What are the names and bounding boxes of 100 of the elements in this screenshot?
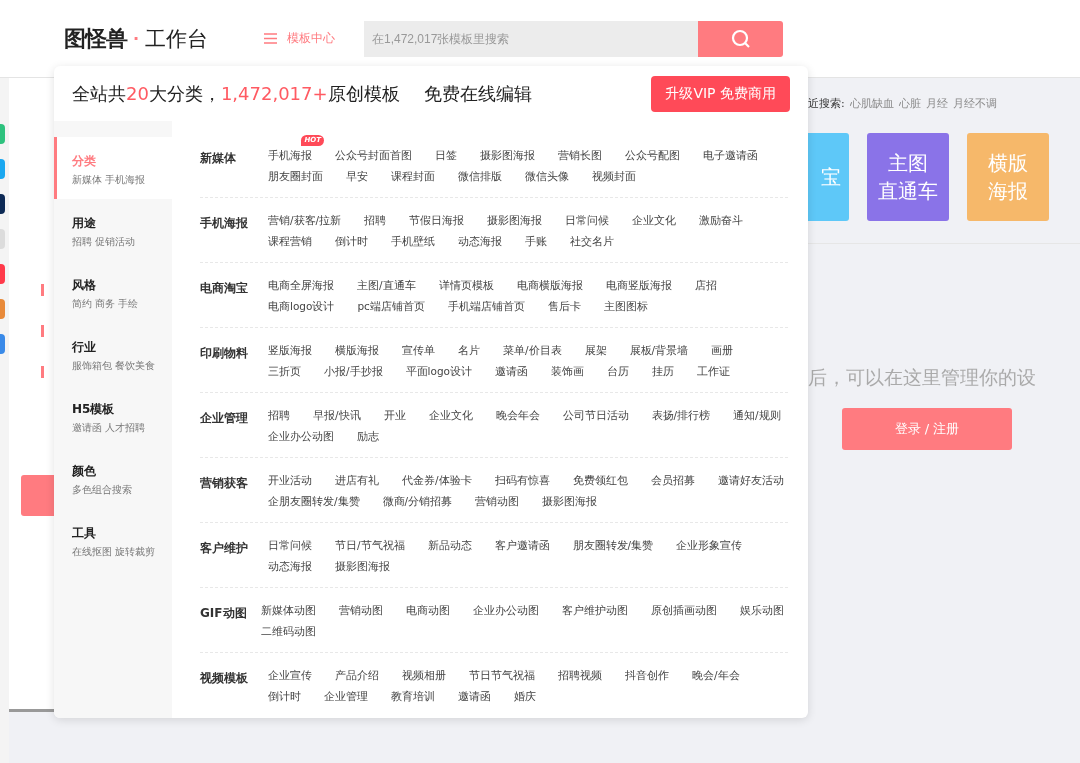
template-link[interactable]: 电子邀请函 — [703, 147, 758, 164]
template-link[interactable]: 抖音创作 — [625, 667, 669, 684]
template-link[interactable]: 课程封面 — [391, 168, 435, 185]
template-link[interactable]: 竖版海报 — [268, 342, 312, 359]
app-icon[interactable] — [0, 194, 5, 214]
category-tab[interactable]: 用途 招聘 促销活动 — [54, 199, 172, 261]
template-link[interactable]: 店招 — [694, 277, 717, 294]
category-tab[interactable]: H5模板 邀请函 人才招聘 — [54, 385, 172, 447]
template-link[interactable]: 台历 — [607, 363, 629, 380]
template-link[interactable]: 企业文化 — [632, 212, 677, 229]
template-link[interactable]: 平面logo设计 — [405, 363, 472, 380]
template-link[interactable]: 摄影图海报 — [542, 493, 598, 510]
template-link[interactable]: 动态海报 — [268, 558, 312, 575]
template-link[interactable]: 宣传单 — [402, 342, 435, 359]
template-link[interactable]: 摄影图海报 — [335, 558, 390, 575]
template-link[interactable]: 节日/节气祝福 — [335, 537, 405, 554]
template-link[interactable]: 免费领红包 — [572, 472, 628, 489]
category-card[interactable]: 主图 直通车 — [867, 133, 949, 221]
template-link[interactable]: 朋友圈封面 — [268, 168, 323, 185]
template-link[interactable]: 电商logo设计 — [268, 298, 335, 315]
template-link[interactable]: 名片 — [458, 342, 480, 359]
template-link[interactable]: 企业宣传 — [268, 667, 312, 684]
template-link[interactable]: 日签 — [435, 147, 457, 164]
template-link[interactable]: 主图/直通车 — [357, 277, 416, 294]
template-link[interactable]: 企业管理 — [324, 688, 368, 705]
category-tab[interactable]: 风格 简约 商务 手绘 — [54, 261, 172, 323]
search-field[interactable]: 在1,472,017张模板里搜索 — [364, 20, 698, 57]
template-link[interactable]: 招聘视频 — [558, 667, 602, 684]
template-link[interactable]: 营销动图 — [339, 602, 383, 619]
template-link[interactable]: 详情页模板 — [438, 277, 494, 294]
template-link[interactable]: 客户邀请函 — [494, 537, 550, 554]
template-link[interactable]: 视频封面 — [592, 168, 636, 185]
template-link[interactable]: 进店有礼 — [335, 472, 379, 489]
template-link[interactable]: 新品动态 — [427, 537, 472, 554]
template-link[interactable]: 工作证 — [697, 363, 730, 380]
category-tab[interactable]: 行业 服饰箱包 餐饮美食 — [54, 323, 172, 385]
template-link[interactable]: 晚会年会 — [495, 407, 540, 424]
template-link[interactable]: 微信头像 — [525, 168, 569, 185]
template-link[interactable]: 微商/分销招募 — [382, 493, 453, 510]
template-link[interactable]: 手机端店铺首页 — [447, 298, 525, 315]
template-link[interactable]: 企业形象宣传 — [676, 537, 743, 554]
template-link[interactable]: 娱乐动图 — [740, 602, 784, 619]
template-link[interactable]: 电商动图 — [406, 602, 450, 619]
template-link[interactable]: 代金券/体验卡 — [402, 472, 472, 489]
search-button[interactable] — [698, 20, 783, 57]
template-link[interactable]: 晚会/年会 — [692, 667, 740, 684]
template-link[interactable]: 横版海报 — [335, 342, 379, 359]
template-link[interactable]: 电商横版海报 — [516, 277, 583, 294]
template-link[interactable]: 营销长图 — [558, 147, 602, 164]
template-link[interactable]: 招聘 — [268, 407, 290, 424]
template-link[interactable]: 公司节日活动 — [562, 407, 629, 424]
template-link[interactable]: 节日节气祝福 — [469, 667, 535, 684]
template-link[interactable]: 手账 — [525, 233, 547, 250]
template-link[interactable]: 展板/背景墙 — [629, 342, 689, 359]
template-link[interactable]: 日常问候 — [565, 212, 610, 229]
template-link[interactable]: 电商全屏海报 — [268, 277, 334, 294]
category-tab[interactable]: 工具 在线抠图 旋转裁剪 — [54, 509, 172, 571]
template-link[interactable]: 会员招募 — [650, 472, 695, 489]
template-link[interactable]: 课程营销 — [268, 233, 312, 250]
template-link[interactable]: 营销/获客/拉新 — [268, 212, 342, 229]
template-link[interactable]: 婚庆 — [514, 688, 536, 705]
template-link[interactable]: 开业活动 — [268, 472, 312, 489]
template-link[interactable]: 手机壁纸 — [391, 233, 435, 250]
template-link[interactable]: 节假日海报 — [409, 212, 465, 229]
template-link[interactable]: 公众号配图 — [625, 147, 680, 164]
template-link[interactable]: 挂历 — [652, 363, 674, 380]
template-link[interactable]: 邀请函 — [495, 363, 528, 380]
template-link[interactable]: 倒计时 — [335, 233, 368, 250]
template-link[interactable]: 画册 — [711, 342, 734, 359]
template-link[interactable]: 微信排版 — [458, 168, 502, 185]
logo-brand[interactable]: 图怪兽 — [64, 23, 127, 54]
template-link[interactable]: 摄影图海报 — [487, 212, 543, 229]
template-link[interactable]: 早报/快讯 — [313, 407, 361, 424]
template-link[interactable]: 教育培训 — [391, 688, 435, 705]
template-link[interactable]: 激励奋斗 — [699, 212, 744, 229]
template-link[interactable]: 企业办公动图 — [473, 602, 539, 619]
template-link[interactable]: 励志 — [357, 428, 379, 445]
template-link[interactable]: 菜单/价目表 — [503, 342, 562, 359]
template-link[interactable]: 主图图标 — [603, 298, 648, 315]
template-link[interactable]: 企业办公动图 — [268, 428, 334, 445]
category-tab[interactable]: 分类 新媒体 手机海报 — [54, 137, 172, 199]
template-link[interactable]: 邀请好友活动 — [717, 472, 784, 489]
template-link[interactable]: 摄影图海报 — [480, 147, 535, 164]
template-link[interactable]: 视频相册 — [402, 667, 446, 684]
template-link[interactable]: 招聘 — [364, 212, 387, 229]
template-link[interactable]: 客户维护动图 — [562, 602, 628, 619]
category-tab[interactable]: 颜色 多色组合搜索 — [54, 447, 172, 509]
template-link[interactable]: 二维码动图 — [261, 623, 316, 640]
template-link[interactable]: 电商竖版海报 — [605, 277, 672, 294]
template-link[interactable]: 通知/规则 — [733, 407, 781, 424]
template-link[interactable]: 扫码有惊喜 — [494, 472, 550, 489]
template-link[interactable]: 售后卡 — [547, 298, 581, 315]
template-link[interactable]: 开业 — [383, 407, 406, 424]
template-link[interactable]: 社交名片 — [570, 233, 614, 250]
template-link[interactable]: 朋友圈转发/集赞 — [572, 537, 654, 554]
template-link[interactable]: 三折页 — [268, 363, 301, 380]
template-link[interactable]: 原创插画动图 — [651, 602, 717, 619]
template-link[interactable]: 企业文化 — [428, 407, 473, 424]
template-link[interactable]: 表扬/排行榜 — [651, 407, 711, 424]
template-link[interactable]: 营销动图 — [475, 493, 520, 510]
